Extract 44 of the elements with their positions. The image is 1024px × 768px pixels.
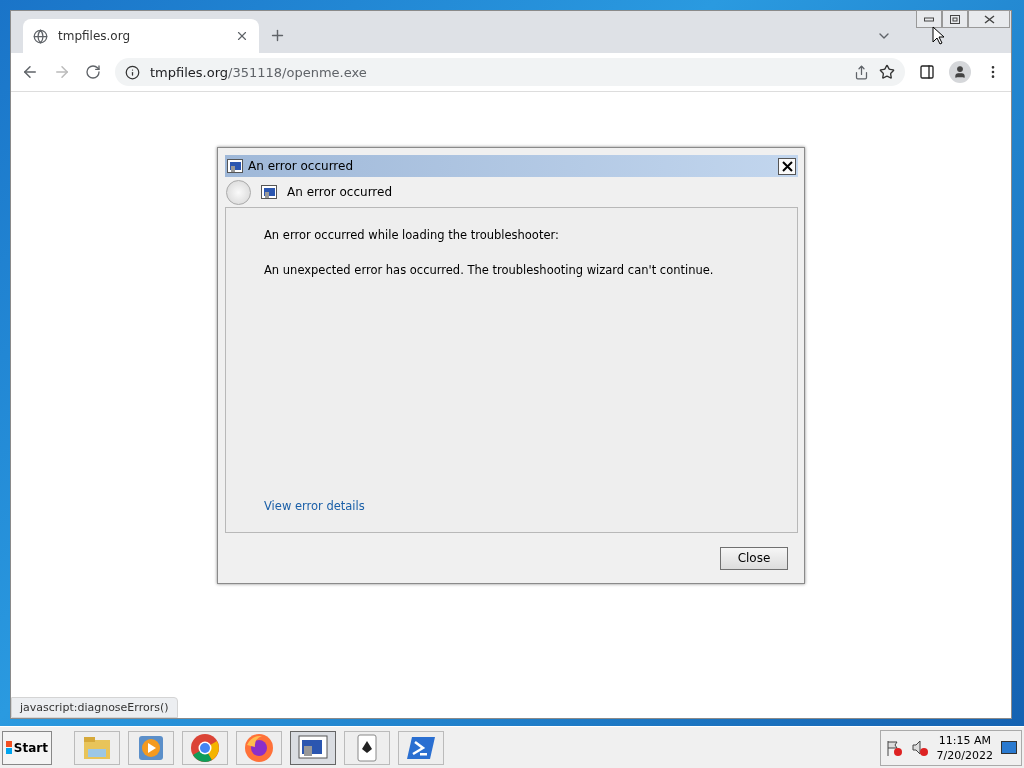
taskbar-app[interactable] bbox=[290, 730, 336, 765]
playing-card-icon bbox=[354, 732, 380, 763]
troubleshooter-icon bbox=[261, 185, 277, 199]
address-bar[interactable]: tmpfiles.org/351118/openme.exe bbox=[115, 58, 905, 86]
browser-tab[interactable]: tmpfiles.org bbox=[23, 19, 259, 53]
powershell-icon bbox=[406, 734, 436, 761]
share-icon[interactable] bbox=[854, 64, 869, 80]
restore-icon bbox=[950, 14, 960, 24]
taskbar-app[interactable] bbox=[344, 730, 390, 765]
profile-icon[interactable] bbox=[949, 61, 971, 83]
troubleshooter-icon bbox=[298, 734, 328, 761]
flag-icon[interactable] bbox=[884, 738, 903, 757]
side-panel-icon[interactable] bbox=[919, 64, 935, 80]
close-button[interactable] bbox=[778, 157, 796, 175]
close-icon bbox=[983, 14, 995, 24]
error-message: An error occurred while loading the troubleshooter: bbox=[264, 228, 560, 242]
dialog-heading: An error occurred bbox=[287, 185, 393, 199]
status-bubble: javascript:diagnoseErrors() bbox=[11, 697, 178, 718]
show-desktop-icon[interactable] bbox=[1001, 740, 1017, 755]
minimize-icon bbox=[924, 16, 934, 22]
close-button[interactable]: Close bbox=[720, 546, 788, 570]
clock-time[interactable]: 11:15 AM bbox=[938, 732, 991, 748]
troubleshooter-icon bbox=[227, 159, 243, 173]
new-tab-icon[interactable] bbox=[269, 27, 286, 44]
star-icon[interactable] bbox=[879, 64, 895, 80]
globe-icon bbox=[33, 28, 48, 44]
folder-icon bbox=[82, 734, 112, 761]
view-details-link[interactable]: View error details bbox=[264, 499, 759, 513]
back-icon[interactable] bbox=[21, 63, 39, 81]
reload-icon[interactable] bbox=[85, 64, 101, 80]
dialog-title: An error occurred bbox=[248, 159, 355, 173]
chrome-icon bbox=[190, 732, 220, 763]
cursor-icon bbox=[932, 26, 944, 45]
error-message: An unexpected error has occurred. The troubleshooting wizard can't continue. bbox=[264, 263, 715, 277]
info-icon bbox=[125, 64, 140, 80]
restore-button[interactable] bbox=[942, 10, 968, 28]
firefox-icon bbox=[244, 732, 274, 763]
start-button[interactable]: Start bbox=[2, 730, 52, 765]
speaker-icon[interactable] bbox=[910, 738, 929, 757]
close-icon[interactable] bbox=[235, 29, 249, 43]
windows-logo-icon bbox=[6, 740, 12, 755]
media-player-icon bbox=[137, 733, 165, 762]
clock-date[interactable]: 7/20/2022 bbox=[936, 747, 993, 763]
close-icon bbox=[781, 160, 793, 172]
